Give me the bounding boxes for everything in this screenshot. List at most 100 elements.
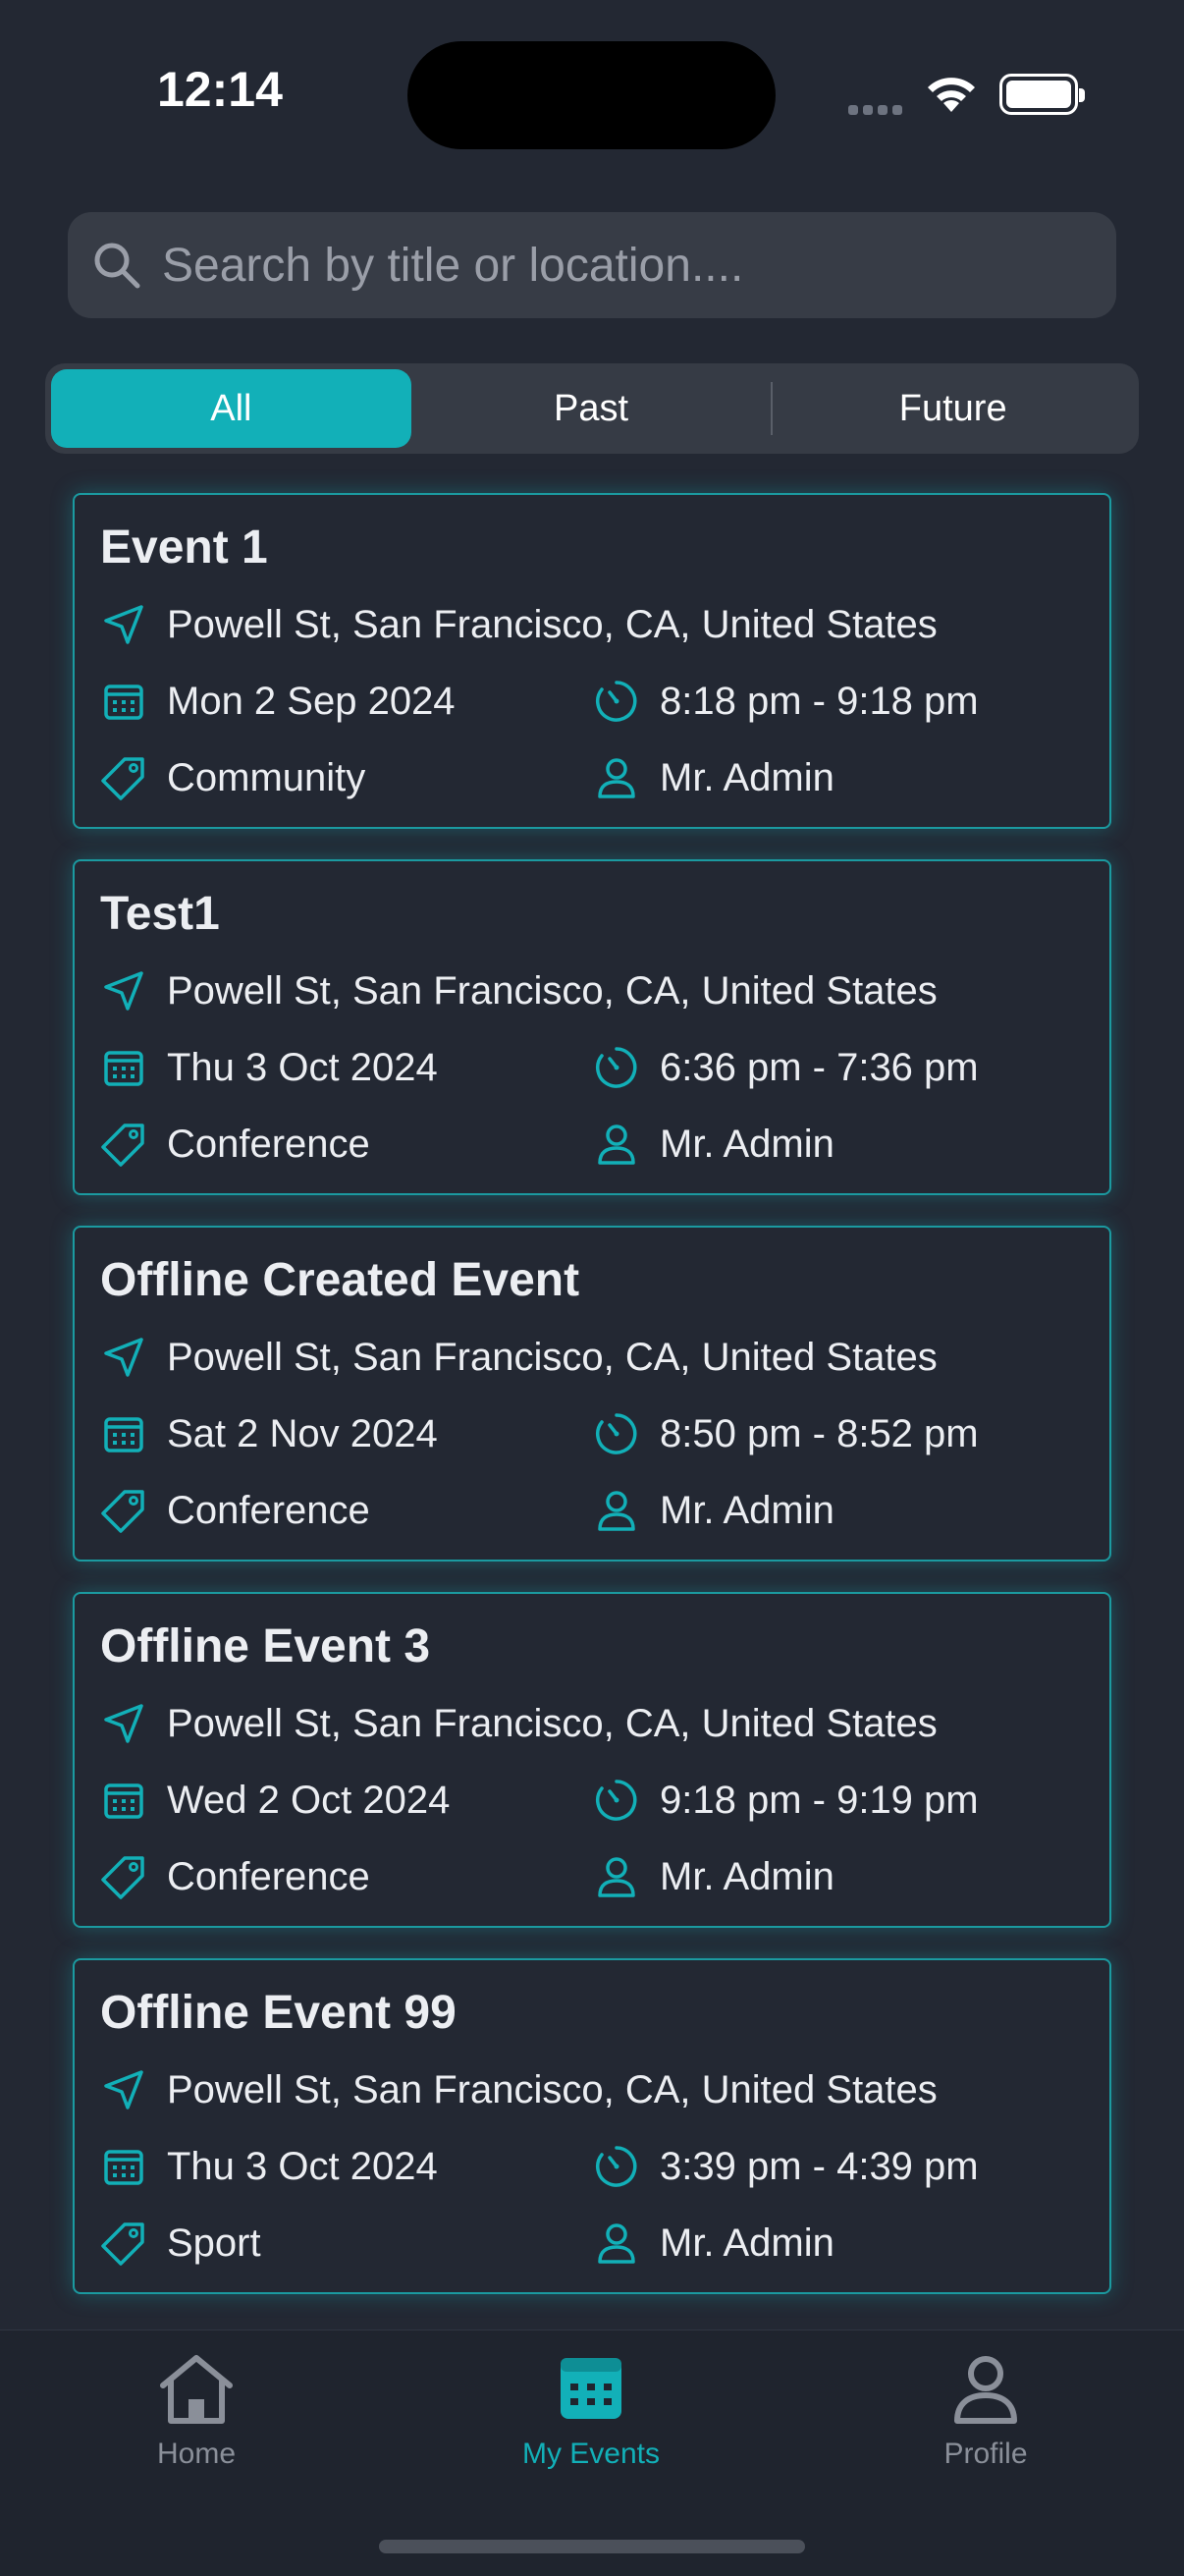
calendar-icon [100,678,147,725]
calendar-icon [100,2143,147,2190]
event-title: Offline Created Event [100,1254,580,1306]
event-date-row: Thu 3 Oct 2024 [100,1044,438,1091]
event-organizer: Mr. Admin [660,1122,834,1166]
tab-profile-label: Profile [943,2438,1028,2470]
tag-icon [100,1121,147,1168]
person-icon [593,754,640,801]
event-location-row: Powell St, San Francisco, CA, United Sta… [100,601,938,648]
timer-icon [593,1777,640,1824]
event-location: Powell St, San Francisco, CA, United Sta… [167,2067,938,2111]
event-time-row: 3:39 pm - 4:39 pm [593,2143,979,2190]
event-organizer: Mr. Admin [660,2220,834,2265]
event-time: 6:36 pm - 7:36 pm [660,1045,979,1089]
wifi-icon [928,78,975,112]
tab-home-label: Home [156,2438,237,2470]
filter-future[interactable]: Future [773,369,1133,448]
event-title: Event 1 [100,521,268,574]
home-icon [160,2355,233,2424]
home-indicator [379,2540,805,2553]
event-card[interactable]: Test1 Powell St, San Francisco, CA, Unit… [73,859,1111,1195]
person-icon [593,1853,640,1900]
event-date-row: Thu 3 Oct 2024 [100,2143,438,2190]
event-time-row: 8:18 pm - 9:18 pm [593,678,979,725]
event-category: Conference [167,1854,370,1898]
location-arrow-icon [100,967,147,1014]
tag-icon [100,1853,147,1900]
timer-icon [593,2143,640,2190]
tag-icon [100,1487,147,1534]
status-time: 12:14 [157,62,283,117]
timer-icon [593,1044,640,1091]
event-organizer-row: Mr. Admin [593,754,834,801]
calendar-icon [100,1410,147,1457]
tag-icon [100,2220,147,2267]
person-icon [954,2356,1017,2424]
dynamic-island [407,41,776,149]
calendar-icon [100,1044,147,1091]
location-arrow-icon [100,601,147,648]
event-location: Powell St, San Francisco, CA, United Sta… [167,1335,938,1379]
event-location-row: Powell St, San Francisco, CA, United Sta… [100,1700,938,1747]
event-card[interactable]: Offline Event 3 Powell St, San Francisco… [73,1592,1111,1928]
calendar-icon [561,2358,621,2419]
search-icon [94,243,140,289]
event-date: Thu 3 Oct 2024 [167,1045,438,1089]
event-organizer-row: Mr. Admin [593,1853,834,1900]
person-icon [593,2220,640,2267]
cellular-signal-icon [848,102,907,115]
event-organizer: Mr. Admin [660,1488,834,1532]
event-card[interactable]: Offline Created Event Powell St, San Fra… [73,1226,1111,1562]
tab-profile[interactable]: Profile [878,2352,1094,2471]
tab-home[interactable]: Home [88,2352,304,2471]
filter-past[interactable]: Past [411,369,772,448]
tag-icon [100,754,147,801]
location-arrow-icon [100,1700,147,1747]
event-location-row: Powell St, San Francisco, CA, United Sta… [100,967,938,1014]
event-category: Conference [167,1488,370,1532]
event-category-row: Conference [100,1853,370,1900]
event-time: 8:18 pm - 9:18 pm [660,679,979,723]
search-input[interactable] [160,237,1116,294]
event-category-row: Conference [100,1487,370,1534]
event-category-row: Sport [100,2220,261,2267]
event-time-row: 8:50 pm - 8:52 pm [593,1410,979,1457]
event-date: Thu 3 Oct 2024 [167,2144,438,2188]
event-location-row: Powell St, San Francisco, CA, United Sta… [100,1334,938,1381]
search-bar[interactable] [68,212,1116,318]
event-filter-segmented-control: All Past Future [45,363,1139,454]
person-icon [593,1121,640,1168]
event-location: Powell St, San Francisco, CA, United Sta… [167,1701,938,1745]
location-arrow-icon [100,1334,147,1381]
event-date: Wed 2 Oct 2024 [167,1778,451,1822]
person-icon [593,1487,640,1534]
battery-icon [999,74,1085,115]
event-category: Community [167,755,366,799]
event-date-row: Wed 2 Oct 2024 [100,1777,450,1824]
status-bar: 12:14 [0,0,1184,187]
event-category: Conference [167,1122,370,1166]
location-arrow-icon [100,2066,147,2113]
event-category: Sport [167,2220,261,2265]
event-time-row: 6:36 pm - 7:36 pm [593,1044,979,1091]
event-time: 9:18 pm - 9:19 pm [660,1778,979,1822]
event-card[interactable]: Offline Event 99 Powell St, San Francisc… [73,1958,1111,2294]
event-organizer-row: Mr. Admin [593,2220,834,2267]
timer-icon [593,1410,640,1457]
event-category-row: Community [100,754,365,801]
event-date-row: Mon 2 Sep 2024 [100,678,456,725]
event-card[interactable]: Event 1 Powell St, San Francisco, CA, Un… [73,493,1111,829]
event-date: Sat 2 Nov 2024 [167,1411,438,1455]
event-organizer-row: Mr. Admin [593,1487,834,1534]
event-category-row: Conference [100,1121,370,1168]
tab-my-events-label: My Events [521,2438,661,2470]
timer-icon [593,678,640,725]
event-organizer: Mr. Admin [660,755,834,799]
event-date-row: Sat 2 Nov 2024 [100,1410,438,1457]
filter-all[interactable]: All [51,369,411,448]
event-organizer: Mr. Admin [660,1854,834,1898]
event-organizer-row: Mr. Admin [593,1121,834,1168]
tab-my-events[interactable]: My Events [483,2352,699,2471]
event-time: 3:39 pm - 4:39 pm [660,2144,979,2188]
event-time-row: 9:18 pm - 9:19 pm [593,1777,979,1824]
event-date: Mon 2 Sep 2024 [167,679,456,723]
